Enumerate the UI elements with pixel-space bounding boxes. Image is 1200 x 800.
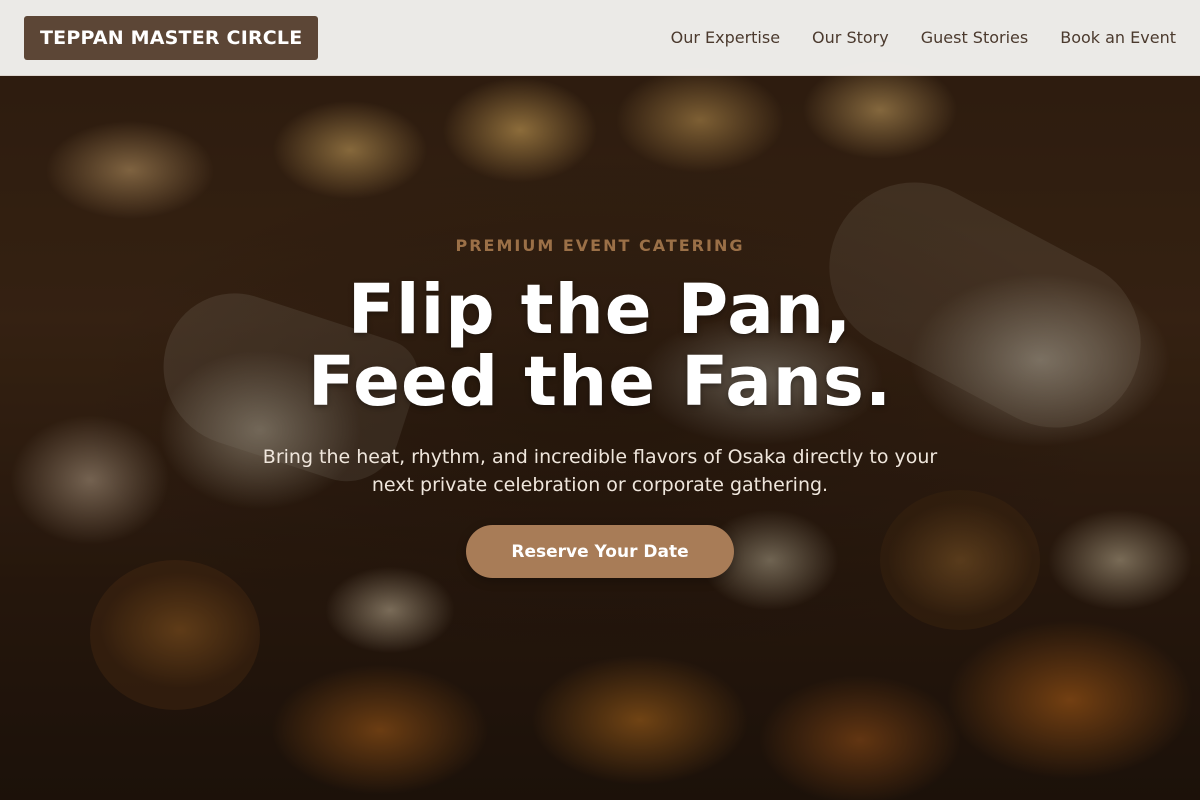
hero-subtext: Bring the heat, rhythm, and incredible f… [262,446,938,496]
hero-section: PREMIUM EVENT CATERING Flip the Pan, Fee… [0,0,1200,800]
nav-link-our-expertise[interactable]: Our Expertise [671,28,780,47]
headline-line-2: Feed the Fans. [307,342,893,422]
brand-logo[interactable]: TEPPAN MASTER CIRCLE [24,15,319,60]
nav-link-our-story[interactable]: Our Story [812,28,889,47]
main-nav: Our Expertise Our Story Guest Stories Bo… [671,28,1176,47]
reserve-date-button[interactable]: Reserve Your Date [466,525,734,578]
hero-eyebrow: PREMIUM EVENT CATERING [455,236,745,255]
headline-line-1: Flip the Pan, [347,270,853,350]
nav-link-guest-stories[interactable]: Guest Stories [921,28,1029,47]
site-header: TEPPAN MASTER CIRCLE Our Expertise Our S… [0,0,1200,76]
hero-headline: Flip the Pan, Feed the Fans. [0,274,1200,418]
nav-link-book-an-event[interactable]: Book an Event [1060,28,1176,47]
